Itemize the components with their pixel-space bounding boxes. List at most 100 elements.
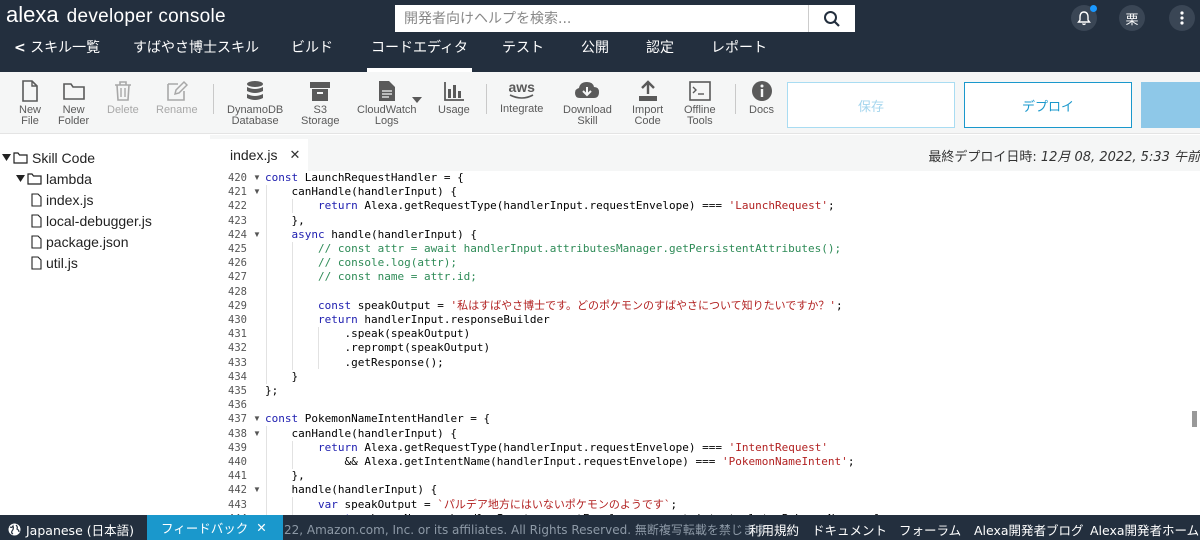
- code-line: },: [265, 213, 305, 227]
- promote-button[interactable]: [1141, 82, 1200, 128]
- line-number: 422: [228, 200, 247, 213]
- folder-icon: [27, 172, 42, 185]
- upload-icon: [638, 80, 657, 101]
- footer-link-forum[interactable]: フォーラム: [899, 520, 961, 539]
- tree-file-index[interactable]: index.js: [31, 189, 93, 210]
- tab-index-js[interactable]: index.js ✕: [210, 139, 308, 171]
- toolbar-divider: [213, 84, 214, 114]
- copyright-text: 22, Amazon.com, Inc. or its affiliates. …: [284, 523, 767, 537]
- document-icon: [378, 81, 395, 101]
- nav-tab-test[interactable]: テスト: [502, 34, 544, 72]
- user-avatar[interactable]: 栗: [1119, 5, 1145, 31]
- close-icon[interactable]: ✕: [289, 147, 300, 163]
- footer-link-docs[interactable]: ドキュメント: [812, 520, 887, 539]
- footer-link-home[interactable]: Alexa開発者ホーム: [1090, 520, 1199, 539]
- tree-file-util[interactable]: util.js: [31, 252, 78, 273]
- line-number: 443: [228, 498, 247, 511]
- line-number-gutter: 420 421 422 423 424 425 426 427 428 429 …: [210, 171, 250, 515]
- brand-alexa: alexa: [6, 2, 59, 27]
- deploy-button[interactable]: デプロイ: [964, 82, 1132, 128]
- nav-tab-reports[interactable]: レポート: [711, 34, 767, 72]
- docs-button[interactable]: Docs: [749, 80, 774, 116]
- nav-tab-build[interactable]: ビルド: [291, 34, 333, 72]
- search-button[interactable]: [808, 5, 855, 32]
- code-line: return Alexa.getRequestType(handlerInput…: [317, 199, 835, 213]
- line-number: 431: [228, 328, 247, 341]
- fold-toggle-icon[interactable]: ▼: [253, 228, 261, 242]
- nav-tab-code-editor[interactable]: コードエディタ: [366, 34, 473, 72]
- import-code-button[interactable]: Import Code: [632, 80, 663, 127]
- tree-file-local-debugger[interactable]: local-debugger.js: [31, 210, 152, 231]
- line-number: 432: [228, 342, 247, 355]
- download-skill-button[interactable]: Download Skill: [563, 80, 612, 127]
- dynamodb-button[interactable]: DynamoDB Database: [227, 80, 283, 127]
- line-number: 434: [228, 370, 247, 383]
- editor-scrollbar-thumb[interactable]: [1192, 411, 1197, 427]
- offline-tools-button[interactable]: Offline Tools: [684, 80, 716, 127]
- last-deploy-time: 最終デプロイ日時: 12月 08, 2022, 5:33 午前: [928, 150, 1200, 165]
- code-line: return Alexa.getRequestType(handlerInput…: [317, 440, 828, 454]
- aws-smile-icon: [509, 94, 534, 99]
- rename-button[interactable]: Rename: [156, 80, 198, 116]
- nav-back-skill-list[interactable]: < スキル一覧: [14, 34, 100, 72]
- line-number: 421: [228, 186, 247, 199]
- fold-toggle-icon[interactable]: ▼: [253, 412, 261, 426]
- tree-file-package[interactable]: package.json: [31, 231, 129, 252]
- footer-link-terms[interactable]: 利用規約: [749, 520, 799, 539]
- code-line: .reprompt(speakOutput): [265, 341, 491, 355]
- fold-toggle-icon[interactable]: ▼: [253, 185, 261, 199]
- delete-button[interactable]: Delete: [107, 80, 139, 116]
- code-line: };: [265, 384, 279, 397]
- tree-folder-lambda[interactable]: lambda: [16, 168, 92, 189]
- fold-toggle-icon[interactable]: ▼: [253, 483, 261, 497]
- line-number: 424: [228, 228, 247, 241]
- code-line: const PokemonNameIntentHandler = {: [265, 412, 491, 426]
- nav-skill-name[interactable]: すばやさ博士スキル: [133, 34, 259, 72]
- footer-link-blog[interactable]: Alexa開発者ブログ: [974, 520, 1084, 539]
- fold-toggle-icon[interactable]: ▼: [253, 171, 261, 185]
- brand-logo[interactable]: alexa developer console: [6, 2, 226, 28]
- folder-icon: [62, 83, 85, 100]
- line-number: 436: [228, 399, 247, 412]
- bar-chart-icon: [443, 82, 464, 101]
- language-selector[interactable]: Japanese (日本語): [8, 520, 134, 539]
- new-folder-button[interactable]: New Folder: [58, 80, 89, 127]
- line-number: 437: [228, 413, 247, 426]
- brand-console: developer console: [66, 6, 226, 27]
- editor-toolbar: New File New Folder Delete Rename Dynamo…: [0, 72, 1200, 134]
- file-tree: Skill Code lambda index.js local-debugge…: [0, 135, 210, 515]
- fold-toggle-icon[interactable]: ▼: [253, 427, 261, 441]
- code-line: var speakOutput = `パルデア地方にはいないポケモンのようです`…: [317, 497, 678, 511]
- code-editor[interactable]: 420 421 422 423 424 425 426 427 428 429 …: [210, 171, 1200, 515]
- more-menu-button[interactable]: [1169, 5, 1195, 31]
- code-line: },: [265, 469, 305, 483]
- code-line: // console.log(attr);: [265, 256, 458, 270]
- line-number: 433: [228, 356, 247, 369]
- nav-tab-publish[interactable]: 公開: [581, 34, 609, 72]
- code-line: return handlerInput.responseBuilder: [317, 313, 550, 326]
- globe-icon: [8, 523, 21, 536]
- tree-folder-skill-code[interactable]: Skill Code: [2, 147, 95, 168]
- usage-button[interactable]: Usage: [438, 80, 470, 116]
- line-number: 425: [228, 243, 247, 255]
- save-button[interactable]: 保存: [787, 82, 955, 128]
- search-input[interactable]: [395, 5, 808, 32]
- notifications-button[interactable]: [1071, 5, 1097, 31]
- notification-badge: [1090, 5, 1097, 12]
- s3-storage-button[interactable]: S3 Storage: [301, 80, 340, 127]
- new-file-button[interactable]: New File: [19, 80, 41, 127]
- cloudwatch-dropdown-caret[interactable]: [412, 90, 422, 108]
- caret-down-icon: [16, 175, 25, 182]
- line-number: 430: [228, 314, 247, 326]
- close-icon[interactable]: ✕: [256, 520, 266, 535]
- toolbar-divider: [735, 84, 736, 114]
- cloudwatch-logs-button[interactable]: CloudWatch Logs: [357, 80, 417, 127]
- code-line: handle(handlerInput) {: [265, 483, 438, 497]
- file-icon: [31, 192, 42, 207]
- search-icon: [824, 10, 840, 27]
- feedback-button[interactable]: フィードバック ✕: [147, 515, 283, 540]
- integrate-button[interactable]: aws Integrate: [500, 80, 543, 115]
- nav-tab-certification[interactable]: 認定: [646, 34, 674, 72]
- line-number: 440: [228, 456, 247, 468]
- code-line: .getResponse();: [265, 355, 444, 369]
